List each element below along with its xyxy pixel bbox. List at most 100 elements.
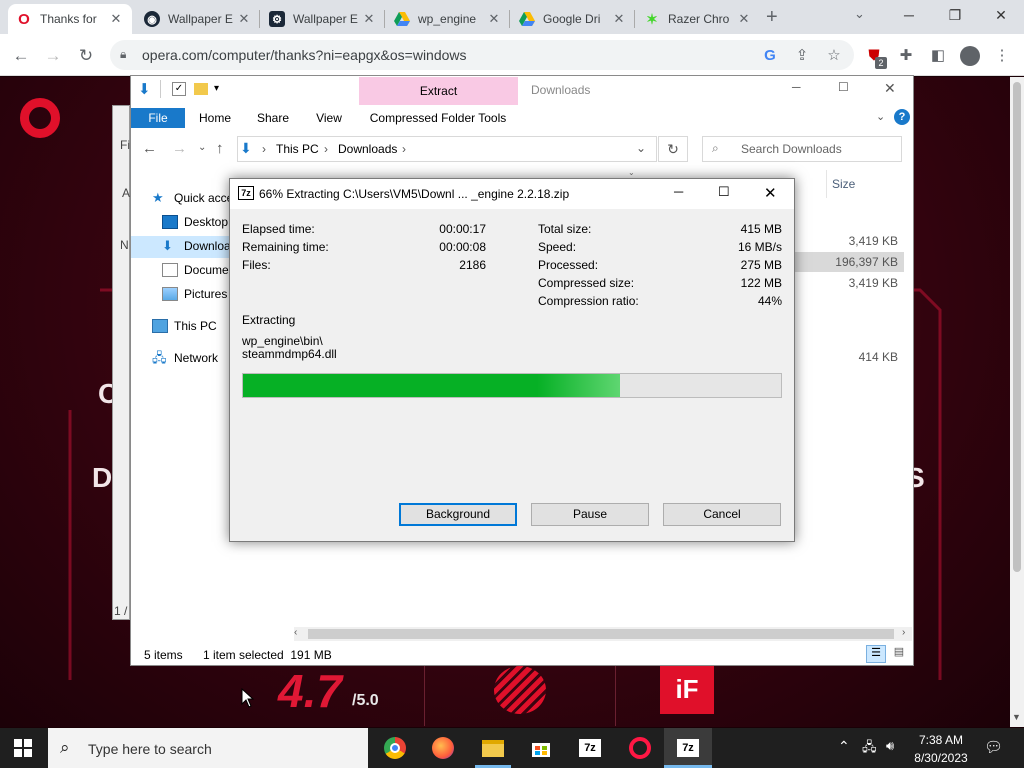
tab-opera[interactable]: O Thanks for ✕ <box>8 4 132 34</box>
ribbon-expand-icon[interactable]: ⌄ <box>876 110 885 123</box>
downloads-location-icon: ⬇ <box>240 140 252 156</box>
ribbon-tab-home[interactable]: Home <box>193 108 237 128</box>
ribbon-tab-file[interactable]: File <box>131 108 185 128</box>
column-header-size[interactable]: Size <box>832 177 855 191</box>
nav-quick-access[interactable]: ★ Quick acce <box>152 191 233 206</box>
close-window-icon[interactable]: ✕ <box>978 0 1024 30</box>
windows-start-icon[interactable] <box>14 739 32 757</box>
7zip-active-taskbar-icon[interactable]: 7z <box>670 733 706 763</box>
dialog-minimize-icon[interactable]: ─ <box>674 184 683 199</box>
recent-locations-icon[interactable]: ⌄ <box>198 142 206 153</box>
extensions-puzzle-icon[interactable]: ✚ <box>896 46 916 66</box>
back-arrow-icon[interactable]: ← <box>10 45 32 67</box>
tab-search-icon[interactable]: ⌄ <box>854 6 865 22</box>
new-tab-icon[interactable]: + <box>766 6 778 29</box>
qat-dropdown-icon[interactable]: ▾ <box>214 83 219 94</box>
stat-label: Elapsed time: <box>242 222 315 236</box>
explorer-close-icon[interactable]: ✕ <box>884 80 896 97</box>
explorer-maximize-icon[interactable]: ☐ <box>838 80 849 94</box>
tab-google-drive[interactable]: Google Dri ✕ <box>511 4 635 34</box>
ribbon-tab-share[interactable]: Share <box>253 108 293 128</box>
volume-tray-icon[interactable]: 🔊︎ <box>886 738 894 754</box>
nav-documents[interactable]: Docume <box>162 263 229 277</box>
tab-wp-engine[interactable]: wp_engine ✕ <box>386 4 510 34</box>
explorer-back-icon[interactable]: ← <box>142 140 157 157</box>
pause-button[interactable]: Pause <box>531 503 649 526</box>
tab-wallpaper-2[interactable]: ⚙ Wallpaper E ✕ <box>261 4 385 34</box>
current-path: wp_engine\bin\ <box>242 334 323 348</box>
cancel-button[interactable]: Cancel <box>663 503 781 526</box>
clock-date[interactable]: 8/30/2023 <box>909 751 973 765</box>
network-icon: 🖧︎ <box>152 350 167 365</box>
google-icon[interactable]: G <box>760 46 780 66</box>
menu-kebab-icon[interactable]: ⋮ <box>992 46 1012 66</box>
store-taskbar-icon[interactable] <box>523 733 559 763</box>
breadcrumb-downloads[interactable]: Downloads <box>338 142 397 156</box>
scroll-down-arrow-icon[interactable]: ▼ <box>1012 712 1021 722</box>
taskbar-search-placeholder: Type here to search <box>88 741 212 757</box>
explorer-forward-icon[interactable]: → <box>172 140 187 157</box>
clock-time[interactable]: 7:38 AM <box>913 733 969 747</box>
breadcrumb-this-pc[interactable]: This PC <box>276 142 319 156</box>
close-tab-icon[interactable]: ✕ <box>611 11 627 27</box>
horizontal-scroll-thumb[interactable] <box>308 629 894 639</box>
download-arrow-icon: ⬇ <box>138 81 151 98</box>
opera-gx-taskbar-icon[interactable] <box>622 733 658 763</box>
refresh-icon[interactable]: ↻ <box>658 136 688 162</box>
bookmark-star-icon[interactable]: ☆ <box>824 46 844 66</box>
ribbon-context-extract[interactable]: Extract <box>359 77 518 105</box>
file-explorer-taskbar-icon[interactable] <box>475 733 511 763</box>
large-icons-view-icon[interactable]: ▤ <box>890 645 908 663</box>
minimize-icon[interactable]: ─ <box>886 0 932 30</box>
chrome-taskbar-icon[interactable] <box>377 733 413 763</box>
share-icon[interactable]: ⇪ <box>792 46 812 66</box>
firefox-taskbar-icon[interactable] <box>425 733 461 763</box>
nav-downloads[interactable]: ⬇ Downloa <box>162 239 231 254</box>
restore-icon[interactable]: ❐ <box>932 0 978 30</box>
scroll-left-arrow-icon[interactable]: ‹ <box>294 627 297 638</box>
scroll-right-arrow-icon[interactable]: › <box>902 627 905 638</box>
details-view-icon[interactable]: ☰ <box>866 645 886 663</box>
close-tab-icon[interactable]: ✕ <box>236 11 252 27</box>
stat-value: 00:00:17 <box>439 222 486 236</box>
background-button[interactable]: Background <box>399 503 517 526</box>
up-arrow-icon[interactable]: ↑ <box>216 140 224 157</box>
nav-network[interactable]: 🖧︎ Network <box>152 350 218 366</box>
award-badge-icon <box>494 666 546 714</box>
close-tab-icon[interactable]: ✕ <box>736 11 752 27</box>
close-tab-icon[interactable]: ✕ <box>486 11 502 27</box>
divider <box>615 666 616 726</box>
ribbon-tab-view[interactable]: View <box>309 108 349 128</box>
ribbon-tab-compressed-tools[interactable]: Compressed Folder Tools <box>365 108 511 128</box>
dialog-close-icon[interactable]: ✕ <box>764 184 777 202</box>
dialog-maximize-icon[interactable]: ☐ <box>718 184 730 200</box>
notifications-icon[interactable]: 💬︎ <box>984 738 1003 756</box>
reload-icon[interactable]: ↻ <box>75 45 97 67</box>
tab-label: Razer Chro <box>668 12 730 26</box>
network-tray-icon[interactable]: 🖧︎ <box>862 738 877 760</box>
stat-label: Processed: <box>538 258 599 272</box>
rating-value: 4.7 <box>278 665 342 717</box>
nav-this-pc[interactable]: This PC <box>152 319 217 333</box>
side-panel-icon[interactable]: ◧ <box>928 46 948 66</box>
forward-arrow-icon[interactable]: → <box>42 45 64 67</box>
page-scroll-thumb[interactable] <box>1013 82 1021 572</box>
mouse-cursor-icon <box>241 688 255 708</box>
properties-icon[interactable]: ✓ <box>172 82 186 96</box>
tab-razer[interactable]: ✶ Razer Chro ✕ <box>636 4 760 34</box>
lock-icon[interactable]: 🔒︎ <box>120 47 126 62</box>
nav-desktop[interactable]: Desktop <box>162 215 228 229</box>
steam-icon: ◉ <box>144 11 160 27</box>
7zip-taskbar-icon[interactable]: 7z <box>572 733 608 763</box>
close-tab-icon[interactable]: ✕ <box>361 11 377 27</box>
tray-overflow-icon[interactable]: ⌃ <box>838 738 850 755</box>
nav-pictures[interactable]: Pictures <box>162 287 227 301</box>
close-tab-icon[interactable]: ✕ <box>108 11 124 27</box>
url-text[interactable]: opera.com/computer/thanks?ni=eapgx&os=wi… <box>142 47 467 63</box>
help-icon[interactable]: ? <box>894 109 910 125</box>
address-dropdown-icon[interactable]: ⌄ <box>636 141 646 155</box>
explorer-minimize-icon[interactable]: ─ <box>792 80 801 94</box>
tab-wallpaper-1[interactable]: ◉ Wallpaper E ✕ <box>136 4 260 34</box>
folder-icon[interactable] <box>194 83 208 95</box>
profile-avatar[interactable] <box>960 46 980 66</box>
